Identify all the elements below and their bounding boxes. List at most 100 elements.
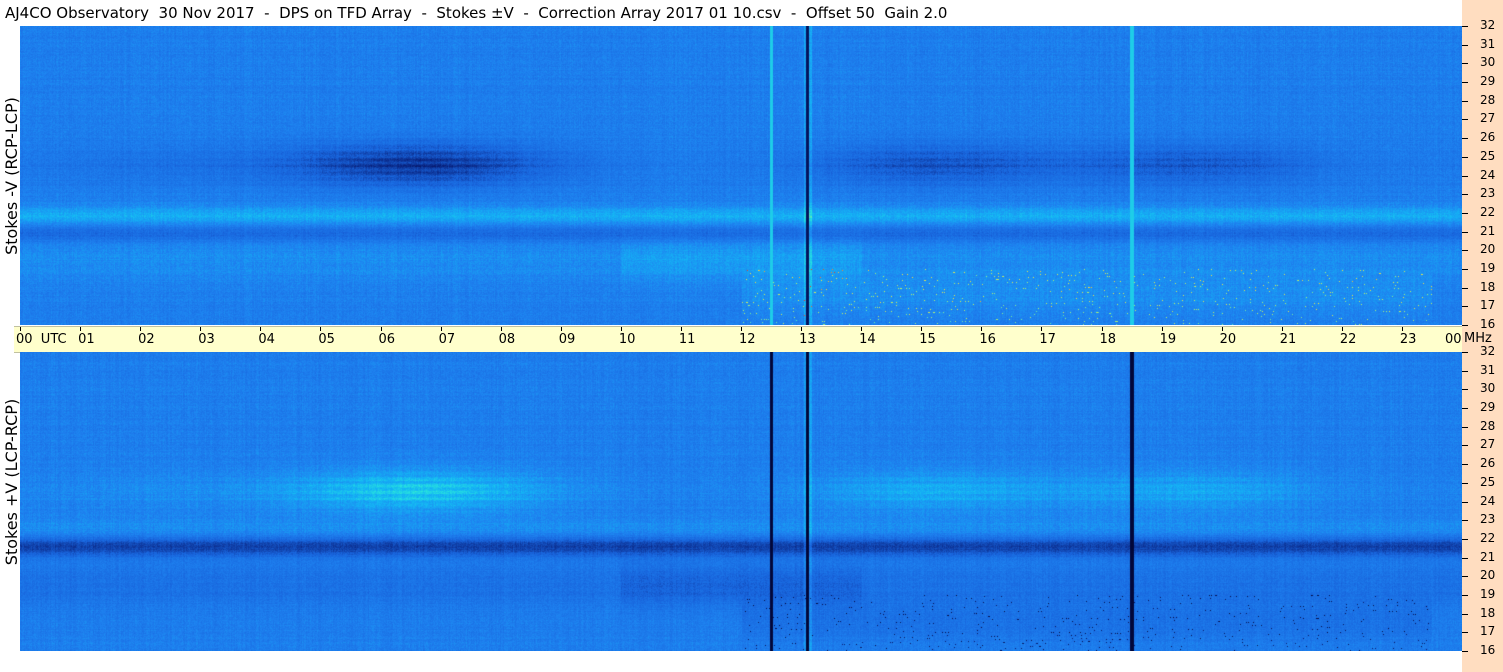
freq-tick-label: 26 bbox=[1480, 130, 1496, 145]
time-tick-mark bbox=[200, 327, 202, 331]
time-tick-label: 16 bbox=[979, 332, 996, 347]
freq-tick-label: 31 bbox=[1480, 362, 1496, 377]
freq-tick-label: 31 bbox=[1480, 36, 1496, 51]
time-tick-mark bbox=[1101, 327, 1103, 331]
freq-tick-label: 19 bbox=[1480, 586, 1496, 601]
freq-tick-label: 22 bbox=[1480, 204, 1496, 219]
freq-tick-label: 28 bbox=[1480, 92, 1496, 107]
freq-tick-mark bbox=[1462, 175, 1468, 177]
time-tick-mark bbox=[500, 327, 502, 331]
time-tick-mark bbox=[1161, 327, 1163, 331]
time-tick-mark bbox=[560, 327, 562, 331]
freq-tick-mark bbox=[1462, 231, 1468, 233]
time-tick-label: 21 bbox=[1279, 332, 1297, 347]
freq-tick-mark bbox=[1462, 520, 1468, 522]
freq-tick-label: 16 bbox=[1480, 643, 1496, 657]
freq-tick-mark bbox=[1462, 538, 1468, 540]
time-tick-label: 03 bbox=[198, 332, 215, 347]
time-tick-mark bbox=[620, 327, 622, 331]
time-tick-label: 05 bbox=[318, 332, 335, 347]
freq-tick-mark bbox=[1462, 501, 1468, 503]
freq-tick-mark bbox=[1462, 325, 1468, 326]
freq-tick-label: 22 bbox=[1480, 530, 1496, 545]
freq-tick-mark bbox=[1462, 63, 1468, 65]
freq-tick-label: 26 bbox=[1480, 456, 1496, 471]
freq-tick-label: 17 bbox=[1480, 624, 1496, 639]
time-tick-label: 22 bbox=[1339, 332, 1357, 347]
time-tick-label: 15 bbox=[919, 332, 936, 347]
time-tick-label: 19 bbox=[1159, 332, 1177, 347]
freq-tick-label: 25 bbox=[1480, 474, 1496, 489]
time-tick-mark bbox=[1401, 327, 1403, 331]
freq-tick-mark bbox=[1462, 100, 1468, 102]
stokes-plus-v-spectrogram bbox=[20, 352, 1462, 651]
time-tick-label: 09 bbox=[558, 332, 576, 347]
freq-tick-mark bbox=[1462, 389, 1468, 391]
freq-tick-mark bbox=[1462, 352, 1468, 353]
freq-tick-mark bbox=[1462, 632, 1468, 634]
spectrogram-canvas-top bbox=[20, 26, 1462, 325]
freq-tick-mark bbox=[1462, 408, 1468, 410]
freq-tick-mark bbox=[1462, 44, 1468, 46]
freq-tick-mark bbox=[1462, 156, 1468, 158]
freq-tick-mark bbox=[1462, 212, 1468, 214]
freq-tick-label: 18 bbox=[1480, 605, 1496, 620]
time-tick-label: 00 UTC bbox=[16, 332, 67, 347]
time-tick-label: 23 bbox=[1399, 332, 1417, 347]
time-tick-label: 08 bbox=[498, 332, 516, 347]
freq-tick-label: 23 bbox=[1480, 186, 1496, 201]
freq-tick-mark bbox=[1462, 613, 1468, 615]
freq-tick-label: 18 bbox=[1480, 279, 1496, 294]
freq-tick-label: 16 bbox=[1480, 317, 1496, 331]
freq-tick-mark bbox=[1462, 445, 1468, 447]
freq-tick-label: 30 bbox=[1480, 381, 1496, 396]
time-tick-mark bbox=[380, 327, 382, 331]
time-tick-label: 04 bbox=[258, 332, 275, 347]
freq-tick-mark bbox=[1462, 426, 1468, 428]
time-tick-mark bbox=[981, 327, 983, 331]
freq-tick-mark bbox=[1462, 82, 1468, 84]
time-tick-label: 11 bbox=[678, 332, 696, 347]
freq-tick-label: 21 bbox=[1480, 549, 1496, 564]
freq-tick-label: 32 bbox=[1480, 18, 1496, 32]
freq-tick-label: 27 bbox=[1480, 437, 1496, 452]
time-tick-mark bbox=[861, 327, 863, 331]
time-tick-mark bbox=[140, 327, 142, 331]
freq-tick-mark bbox=[1462, 482, 1468, 484]
time-tick-label: 13 bbox=[799, 332, 816, 347]
freq-tick-label: 24 bbox=[1480, 493, 1496, 508]
freq-tick-label: 19 bbox=[1480, 260, 1496, 275]
time-tick-label: 12 bbox=[739, 332, 756, 347]
freq-tick-mark bbox=[1462, 194, 1468, 196]
freq-tick-mark bbox=[1462, 370, 1468, 372]
time-tick-mark bbox=[1341, 327, 1343, 331]
time-tick-mark bbox=[801, 327, 803, 331]
time-tick-mark bbox=[1041, 327, 1043, 331]
freq-tick-mark bbox=[1462, 26, 1468, 27]
stokes-minus-v-spectrogram bbox=[20, 26, 1462, 325]
freq-tick-label: 20 bbox=[1480, 568, 1496, 583]
time-tick-mark bbox=[680, 327, 682, 331]
time-tick-label: 07 bbox=[438, 332, 456, 347]
freq-tick-mark bbox=[1462, 594, 1468, 596]
freq-tick-mark bbox=[1462, 306, 1468, 308]
time-tick-mark bbox=[260, 327, 262, 331]
spectrogram-canvas-bottom bbox=[20, 352, 1462, 651]
freq-tick-label: 27 bbox=[1480, 111, 1496, 126]
time-tick-mark bbox=[741, 327, 742, 331]
freq-tick-label: 30 bbox=[1480, 55, 1496, 70]
freq-tick-label: 20 bbox=[1480, 242, 1496, 257]
time-tick-mark bbox=[1281, 327, 1283, 331]
time-tick-label: 02 bbox=[138, 332, 155, 347]
freq-tick-mark bbox=[1462, 651, 1468, 652]
time-tick-mark bbox=[440, 327, 442, 331]
freq-tick-mark bbox=[1462, 268, 1468, 270]
freq-tick-label: 24 bbox=[1480, 167, 1496, 182]
freq-tick-mark bbox=[1462, 119, 1468, 121]
freq-tick-label: 29 bbox=[1480, 74, 1496, 89]
freq-unit-label: MHz bbox=[1464, 331, 1492, 346]
freq-tick-mark bbox=[1462, 138, 1468, 140]
freq-tick-label: 23 bbox=[1480, 512, 1496, 527]
time-tick-mark bbox=[80, 327, 82, 331]
freq-tick-mark bbox=[1462, 557, 1468, 559]
